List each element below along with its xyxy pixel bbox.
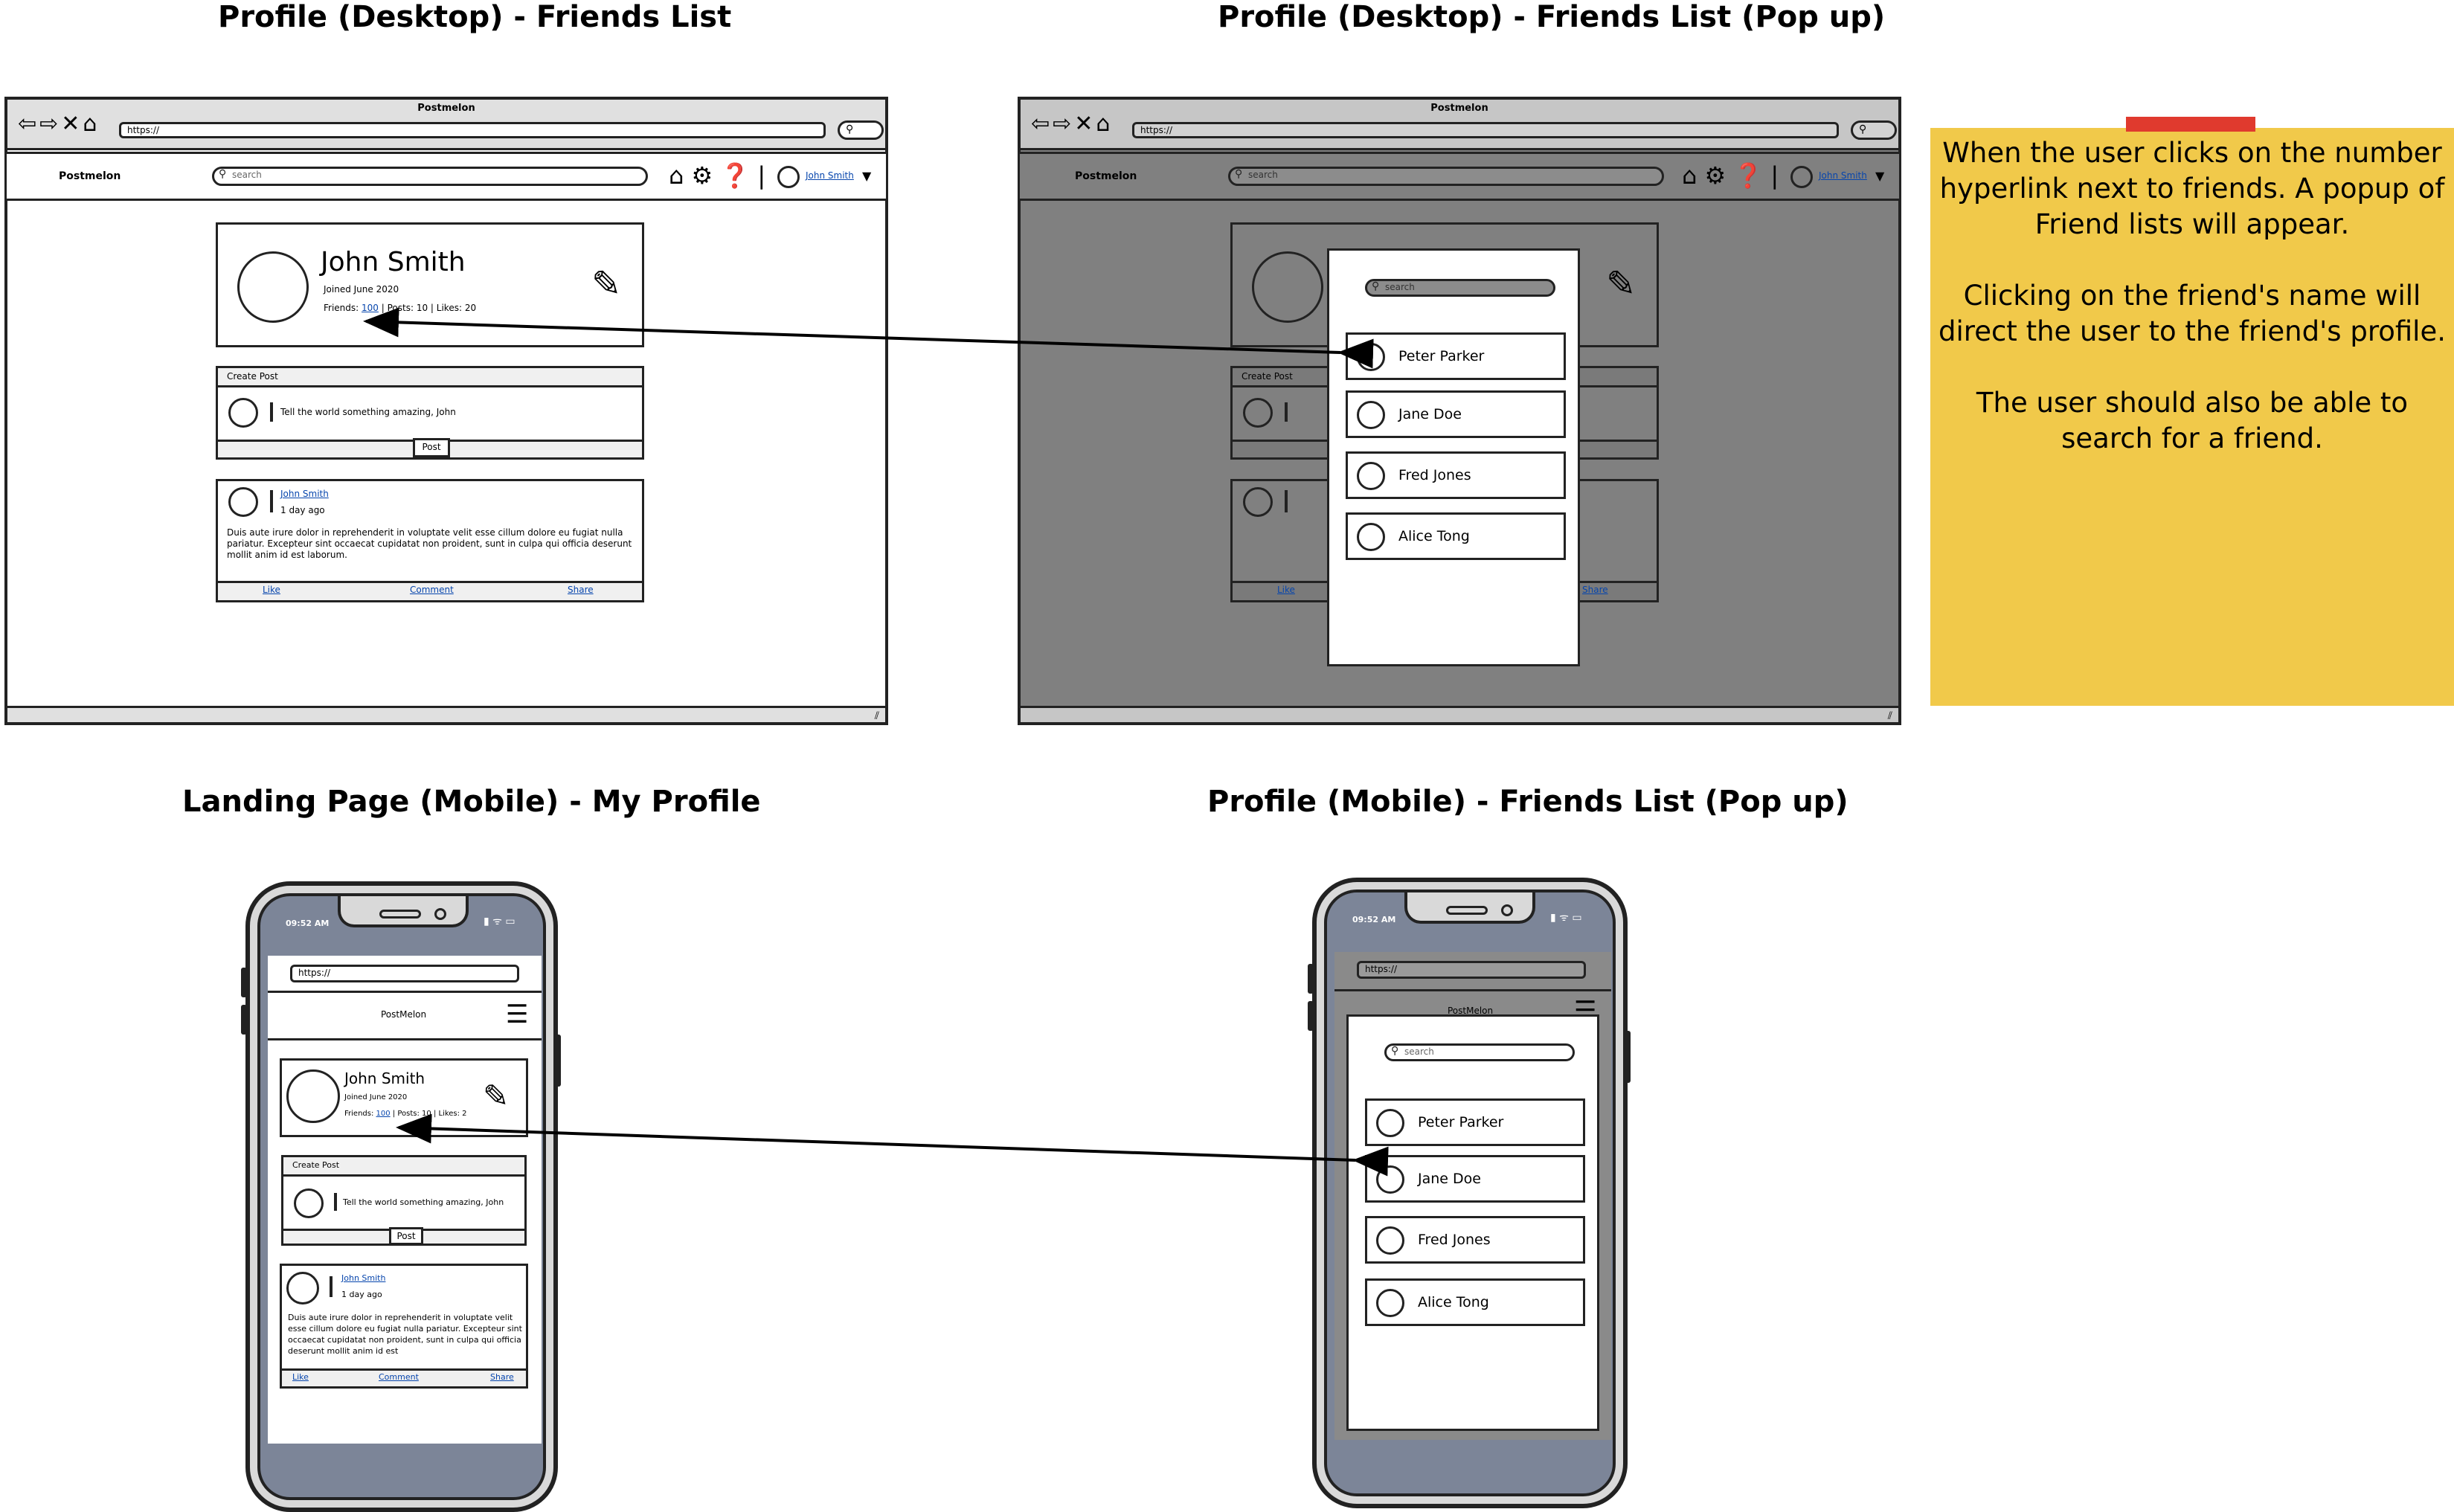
arrow-desktop — [363, 307, 1374, 369]
arrow-mobile — [396, 1113, 1389, 1177]
connector-arrows — [363, 307, 1389, 1177]
